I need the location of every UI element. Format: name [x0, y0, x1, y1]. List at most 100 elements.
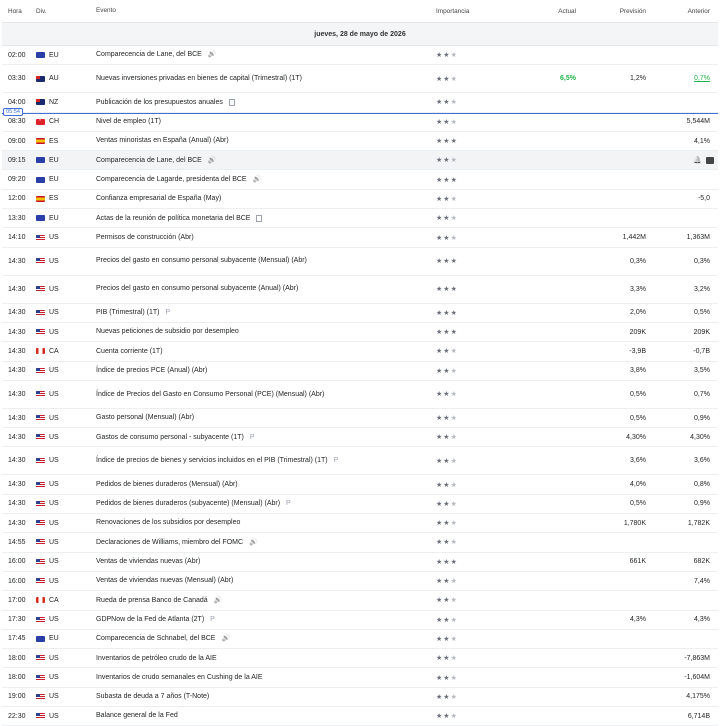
event-name[interactable]: GDPNow de la Fed de Atlanta (2T): [96, 615, 204, 624]
event-name[interactable]: Renovaciones de los subsidios por desemp…: [96, 518, 240, 527]
table-row[interactable]: 14:30 US Gastos de consumo personal - suby…: [2, 428, 718, 448]
table-row[interactable]: 14:30 US Precios del gasto en consumo pers…: [2, 248, 718, 276]
table-row[interactable]: 14:30 US Precios del gasto en consumo pers…: [2, 276, 718, 304]
event-name[interactable]: Gasto personal (Mensual) (Abr): [96, 413, 194, 422]
star-icon: ★: [450, 616, 458, 624]
star-icon: ★: [443, 215, 451, 223]
event-name[interactable]: Publicación de los presupuestos anuales: [96, 98, 223, 107]
header-event[interactable]: Evento: [96, 7, 436, 16]
currency-cell: CH: [36, 118, 96, 125]
table-row[interactable]: 04:00 NZ Publicación de los presupuestos a…: [2, 93, 718, 113]
table-row[interactable]: 14:30 US Nuevas peticiones de subsidio por…: [2, 323, 718, 343]
table-row[interactable]: 19:00 US Subasta de deuda a 7 años (T-Note…: [2, 688, 718, 708]
event-name[interactable]: Actas de la reunión de política monetari…: [96, 214, 250, 223]
table-row[interactable]: 08:30 CH Nivel de empleo (1T) ★★★ 5,544M: [2, 113, 718, 132]
table-row[interactable]: 09:20 EU Comparecencia de Lagarde, preside…: [2, 170, 718, 190]
previous-value: 3,6%: [694, 457, 710, 465]
event-name[interactable]: Confianza empresarial de España (May): [96, 194, 221, 203]
currency-cell: ES: [36, 138, 96, 145]
event-name[interactable]: Nuevas peticiones de subsidio por desemp…: [96, 327, 239, 336]
importance-stars: ★★★: [436, 118, 506, 126]
table-row[interactable]: 14:55 US Declaraciones de Williams, miembr…: [2, 533, 718, 553]
table-row[interactable]: 12:00 ES Confianza empresarial de España (…: [2, 190, 718, 210]
event-time: 09:20: [8, 176, 26, 184]
table-row[interactable]: 17:30 US GDPNow de la Fed de Atlanta (2T) P…: [2, 611, 718, 630]
previous-value[interactable]: 0,7%: [646, 75, 710, 82]
speaker-icon: 🔊: [207, 156, 217, 164]
economic-calendar: Hora Div. Evento Importancia Actual Prev…: [2, 0, 718, 726]
event-name[interactable]: Nuevas inversiones privadas en bienes de…: [96, 74, 302, 83]
event-name[interactable]: Cuenta corriente (1T): [96, 347, 163, 356]
table-row[interactable]: 14:30 US Pedidos de bienes duraderos (suby…: [2, 495, 718, 515]
header-currency[interactable]: Div.: [36, 8, 96, 15]
currency-cell: US: [36, 674, 96, 681]
currency-code: US: [49, 712, 59, 720]
event-name[interactable]: Ventas de viviendas nuevas (Abr): [96, 557, 200, 566]
event-cell: Inventarios de petróleo crudo de la AIE: [96, 654, 436, 663]
event-name[interactable]: Inventarios de crudo semanales en Cushin…: [96, 673, 263, 682]
event-name[interactable]: Permisos de construcción (Abr): [96, 233, 194, 242]
event-name[interactable]: Comparecencia de Lagarde, presidenta del…: [96, 175, 247, 184]
table-row[interactable]: 14:30 US PIB (Trimestral) (1T) P ★★★ 2,0% 0,5%: [2, 304, 718, 323]
alert-bell-icon[interactable]: 🔔: [693, 156, 702, 164]
event-name[interactable]: Rueda de prensa Banco de Canadá: [96, 596, 208, 605]
event-cell: Confianza empresarial de España (May): [96, 194, 436, 203]
table-row[interactable]: 14:30 US Índice de precios de bienes y ser…: [2, 447, 718, 476]
event-name[interactable]: Índice de Precios del Gasto en Consumo P…: [96, 390, 324, 399]
event-name[interactable]: Precios del gasto en consumo personal su…: [96, 256, 307, 265]
event-name[interactable]: Pedidos de bienes duraderos (Mensual) (A…: [96, 480, 238, 489]
header-importance[interactable]: Importancia: [436, 8, 506, 15]
currency-code: EU: [49, 156, 59, 164]
event-name[interactable]: Pedidos de bienes duraderos (subyacente)…: [96, 499, 280, 508]
event-name[interactable]: Declaraciones de Williams, miembro del F…: [96, 538, 243, 547]
chat-icon[interactable]: [706, 156, 714, 164]
table-row[interactable]: 18:00 US Inventarios de petróleo crudo de …: [2, 649, 718, 669]
star-icon: ★: [450, 118, 458, 126]
event-name[interactable]: Gastos de consumo personal - subyacente …: [96, 433, 244, 442]
event-name[interactable]: Comparecencia de Lane, del BCE: [96, 50, 202, 59]
event-name[interactable]: Índice de precios de bienes y servicios …: [96, 456, 328, 465]
event-name[interactable]: Balance general de la Fed: [96, 711, 178, 720]
star-icon: ★: [443, 674, 451, 682]
event-name[interactable]: Comparecencia de Schnabel, del BCE: [96, 634, 215, 643]
event-name[interactable]: Inventarios de petróleo crudo de la AIE: [96, 654, 217, 663]
importance-stars: ★★★: [436, 51, 506, 59]
table-row[interactable]: 16:00 US Ventas de viviendas nuevas (Mensu…: [2, 572, 718, 592]
table-row[interactable]: 14:30 US Índice de precios PCE (Anual) (Ab…: [2, 362, 718, 381]
table-row[interactable]: 14:30 US Gasto personal (Mensual) (Abr) ★★★…: [2, 409, 718, 429]
table-row[interactable]: 22:30 US Balance general de la Fed ★★★ 6,714…: [2, 707, 718, 726]
header-time[interactable]: Hora: [2, 8, 36, 15]
us-flag-icon: [36, 655, 45, 662]
table-row[interactable]: 09:00 ES Ventas minoristas en España (Anua…: [2, 132, 718, 152]
table-row[interactable]: 02:00 EU Comparecencia de Lane, del BCE 🔊 ★★…: [2, 46, 718, 66]
event-cell: Nivel de empleo (1T): [96, 117, 436, 126]
importance-stars: ★★★: [436, 654, 506, 662]
table-row[interactable]: 17:00 CA Rueda de prensa Banco de Canadá 🔊 ★…: [2, 591, 718, 611]
table-row[interactable]: 14:30 US Índice de Precios del Gasto en Co…: [2, 381, 718, 409]
forecast-value: -3,9B: [629, 347, 646, 355]
event-name[interactable]: Índice de precios PCE (Anual) (Abr): [96, 366, 207, 375]
table-row[interactable]: 14:10 US Permisos de construcción (Abr) ★★★…: [2, 228, 718, 248]
event-cell: Actas de la reunión de política monetari…: [96, 214, 436, 223]
previous-value: 4,1%: [694, 137, 710, 145]
previous-value: 1,363M: [686, 234, 710, 242]
event-name[interactable]: Ventas de viviendas nuevas (Mensual) (Ab…: [96, 576, 233, 585]
event-name[interactable]: PIB (Trimestral) (1T): [96, 308, 160, 317]
header-previous[interactable]: Anterior: [646, 8, 710, 15]
event-name[interactable]: Ventas minoristas en España (Anual) (Abr…: [96, 136, 229, 145]
table-row[interactable]: 16:00 US Ventas de viviendas nuevas (Abr) ★…: [2, 553, 718, 572]
table-row[interactable]: 03:30 AU Nuevas inversiones privadas en bi…: [2, 65, 718, 94]
table-row[interactable]: 18:00 US Inventarios de crudo semanales en…: [2, 668, 718, 688]
table-row[interactable]: 13:30 EU Actas de la reunión de política m…: [2, 209, 718, 229]
event-name[interactable]: Nivel de empleo (1T): [96, 117, 161, 126]
forecast-value: 4,3%: [630, 616, 646, 624]
event-name[interactable]: Precios del gasto en consumo personal su…: [96, 284, 298, 293]
table-row[interactable]: 14:30 US Renovaciones de los subsidios por…: [2, 514, 718, 534]
event-name[interactable]: Comparecencia de Lane, del BCE: [96, 156, 202, 165]
header-forecast[interactable]: Previsión: [576, 8, 646, 15]
table-row[interactable]: 09:15 EU Comparecencia de Lane, del BCE 🔊 ★★…: [2, 151, 718, 171]
table-row[interactable]: 14:30 CA Cuenta corriente (1T) ★★★ -3,9B -0,7…: [2, 342, 718, 362]
header-actual[interactable]: Actual: [506, 8, 576, 15]
table-row[interactable]: 17:45 EU Comparecencia de Schnabel, del BC…: [2, 630, 718, 650]
table-row[interactable]: 14:30 US Pedidos de bienes duraderos (Mens…: [2, 475, 718, 495]
